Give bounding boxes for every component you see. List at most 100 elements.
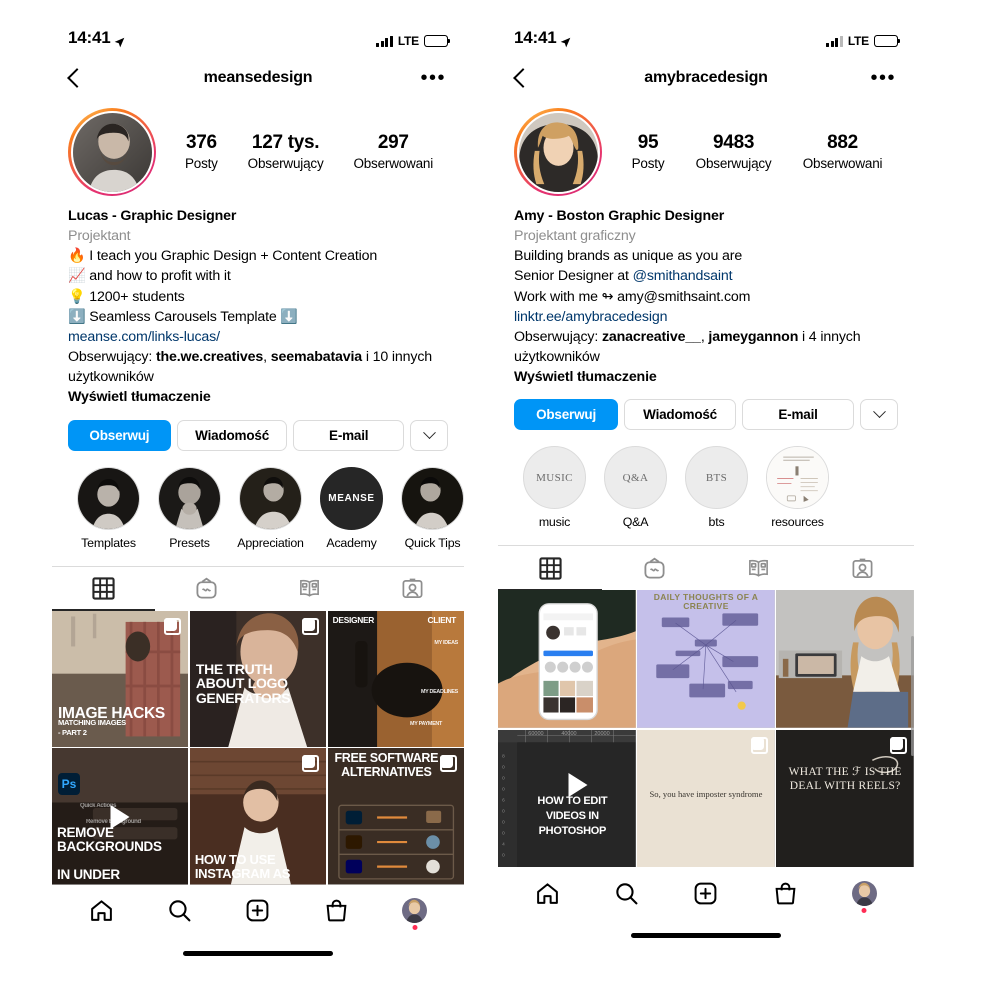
bio-category: Projektant xyxy=(68,228,131,245)
nav-home[interactable] xyxy=(535,881,560,906)
more-actions-button[interactable] xyxy=(410,419,448,451)
back-chevron-icon[interactable] xyxy=(513,68,533,88)
tab-tagged[interactable] xyxy=(361,567,464,611)
stat-followers-count: 9483 xyxy=(713,132,755,154)
stat-followers[interactable]: 9483 Obserwujący xyxy=(696,131,772,172)
highlight-cover xyxy=(77,466,140,530)
post-thumbnail[interactable]: Ps Quick Actions Remove Background Remov… xyxy=(52,748,189,885)
tab-tagged[interactable] xyxy=(810,546,914,590)
tab-igtv[interactable] xyxy=(155,567,258,611)
message-button[interactable]: Wiadomość xyxy=(624,399,737,431)
highlight-cover: MUSIC xyxy=(523,446,586,510)
chevron-down-icon xyxy=(422,425,436,439)
post-thumbnail[interactable]: DAILY THOUGHTS OF A CREATIVE xyxy=(637,590,775,729)
email-button[interactable]: E-mail xyxy=(742,399,855,431)
stat-followers[interactable]: 127 tys. Obserwujący xyxy=(248,131,324,172)
tab-guides[interactable] xyxy=(258,567,361,611)
post-caption: Remove Backgrounds xyxy=(57,825,162,855)
highlight-qa[interactable]: Q&A Q&A xyxy=(595,446,676,529)
highlight-appreciation[interactable]: Appreciation xyxy=(230,466,311,550)
post-thumbnail[interactable] xyxy=(498,590,636,729)
grid-scrollbar[interactable] xyxy=(911,636,914,756)
stat-posts[interactable]: 376 Posty xyxy=(185,131,218,172)
nav-add-post[interactable] xyxy=(245,898,270,923)
post-overlay-deadlines: My deadlines xyxy=(420,688,458,695)
highlight-music[interactable]: MUSIC music xyxy=(514,446,595,529)
avatar[interactable] xyxy=(68,108,156,196)
nav-home[interactable] xyxy=(89,898,114,923)
stat-following[interactable]: 297 Obserwowani xyxy=(353,131,433,172)
post-thumbnail[interactable]: The Truth About Logo Generators xyxy=(189,610,327,747)
highlight-cover: Q&A xyxy=(604,446,667,510)
bio-mention[interactable]: @smithandsaint xyxy=(633,268,733,284)
follow-button[interactable]: Obserwuj xyxy=(514,399,619,431)
bio-external-link[interactable]: meanse.com/links-lucas/ xyxy=(68,327,448,347)
email-button[interactable]: E-mail xyxy=(293,419,404,451)
post-thumbnail[interactable]: Free Software Alternatives xyxy=(327,748,464,885)
follow-button[interactable]: Obserwuj xyxy=(68,419,171,451)
back-chevron-icon[interactable] xyxy=(67,68,87,88)
signal-bars-icon xyxy=(376,35,393,47)
bio-line-3: 💡 1200+ students xyxy=(68,288,185,305)
see-translation-link[interactable]: Wyświetl tłumaczenie xyxy=(68,387,448,407)
profile-bio: Amy - Boston Graphic Designer Projektant… xyxy=(498,196,914,387)
highlight-label: Academy xyxy=(326,535,377,550)
profile-bio: Lucas - Graphic Designer Projektant 🔥 I … xyxy=(52,196,464,408)
tab-grid[interactable] xyxy=(498,546,602,591)
nav-shop[interactable] xyxy=(773,881,798,906)
avatar[interactable] xyxy=(514,108,602,196)
add-post-icon xyxy=(695,882,717,905)
status-time-text: 14:41 xyxy=(514,28,557,47)
tab-grid[interactable] xyxy=(52,567,155,611)
highlight-academy[interactable]: MEANSE Academy xyxy=(311,466,392,550)
highlight-quick-tips[interactable]: Quick Tips xyxy=(392,466,464,550)
post-thumbnail[interactable]: 60000 40000 20000 8 0 0 0 6 0 0 0 4 0 How to edit v… xyxy=(498,729,636,868)
post-thumbnail[interactable]: How to use Instagram as xyxy=(189,748,327,885)
post-thumbnail[interactable]: Image Hacks Matching images - Part 2 xyxy=(52,610,189,747)
tab-guides[interactable] xyxy=(706,546,810,590)
post-thumbnail[interactable] xyxy=(776,590,914,729)
stat-posts[interactable]: 95 Posty xyxy=(632,131,665,172)
highlight-cover: BTS xyxy=(685,446,748,510)
highlight-logo-text: MEANSE xyxy=(328,492,375,504)
bio-external-link[interactable]: linktr.ee/amybracedesign xyxy=(514,307,898,327)
svg-text:0: 0 xyxy=(502,786,505,791)
bio-display-name: Amy - Boston Graphic Designer xyxy=(514,208,725,224)
highlight-resources[interactable]: resources xyxy=(757,446,838,529)
post-thumbnail[interactable]: So, you have imposter syndrome xyxy=(637,729,775,868)
shop-icon xyxy=(326,899,347,922)
highlight-bts[interactable]: BTS bts xyxy=(676,446,757,529)
post-thumbnail[interactable]: DESIGNER CLIENT My ideas My deadlines My… xyxy=(327,610,464,747)
nav-profile[interactable] xyxy=(402,898,428,931)
more-actions-button[interactable] xyxy=(860,399,899,431)
post-overlay-payment: My payment xyxy=(410,721,442,728)
nav-profile[interactable] xyxy=(851,880,877,913)
followed-by-user-2[interactable]: seemabatavia xyxy=(271,349,362,365)
stat-followers-label: Obserwujący xyxy=(247,156,324,172)
highlight-presets[interactable]: Presets xyxy=(149,466,230,550)
see-translation-link[interactable]: Wyświetl tłumaczenie xyxy=(514,367,898,387)
nav-add-post[interactable] xyxy=(693,881,718,906)
nav-search[interactable] xyxy=(167,898,192,923)
highlight-cover-text: BTS xyxy=(705,471,728,484)
highlight-label: music xyxy=(538,515,571,530)
svg-text:8: 8 xyxy=(502,753,505,758)
tab-igtv[interactable] xyxy=(602,546,706,590)
post-thumbnail[interactable]: What the ℱ is the deal with Reels? xyxy=(776,729,914,868)
highlight-templates[interactable]: Templates xyxy=(68,466,149,550)
followed-by-user-1[interactable]: the.we.creatives xyxy=(156,349,263,365)
svg-text:0: 0 xyxy=(502,852,505,857)
message-button[interactable]: Wiadomość xyxy=(176,419,288,451)
more-options-icon[interactable]: ••• xyxy=(870,68,896,88)
nav-search[interactable] xyxy=(614,881,639,906)
highlight-label: bts xyxy=(708,515,725,530)
nav-shop[interactable] xyxy=(324,898,349,923)
stat-following[interactable]: 882 Obserwowani xyxy=(803,131,883,172)
battery-icon xyxy=(424,35,451,47)
followed-by-user-1[interactable]: zanacreative__ xyxy=(602,329,701,345)
more-options-icon[interactable]: ••• xyxy=(420,68,446,88)
followed-by-user-2[interactable]: jameygannon xyxy=(708,329,798,345)
bio-line-4: ⬇️ Seamless Carousels Template ⬇️ xyxy=(68,308,298,325)
followed-by-prefix: Obserwujący: xyxy=(68,349,156,366)
status-time-text: 14:41 xyxy=(68,28,111,47)
